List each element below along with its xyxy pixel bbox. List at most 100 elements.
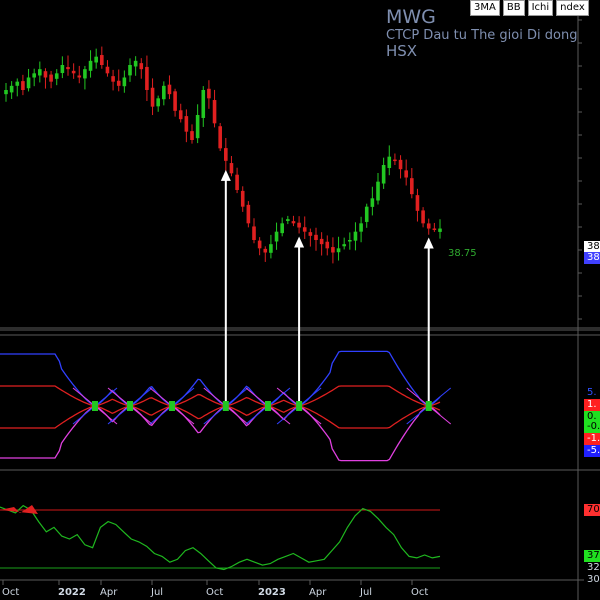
indicator-button-3ma[interactable]: 3MA [470, 0, 500, 16]
rsi-axis-label: 70 [584, 504, 600, 516]
signal-arrow-head [423, 237, 434, 249]
indicator-button-ichi[interactable]: Ichi [527, 0, 554, 16]
candle-body [240, 190, 245, 207]
candle-body [83, 69, 87, 79]
lower-band-line [0, 405, 441, 462]
signal-arrow-head [294, 236, 305, 248]
candle-body [246, 204, 251, 224]
candle-body [235, 174, 239, 190]
candle-body [331, 247, 335, 253]
squeeze-marker [222, 401, 229, 411]
candle-body [128, 65, 132, 76]
candle-body [184, 116, 189, 132]
candle-body [348, 240, 352, 242]
candle-body [404, 170, 408, 178]
squeeze-marker [296, 401, 303, 411]
candle-body [410, 178, 414, 195]
oscillator-axis-label: -0. [584, 421, 600, 433]
stock-chart [0, 0, 600, 600]
candle-body [308, 232, 313, 236]
candle-body [66, 67, 70, 70]
x-axis-label: 2022 [58, 587, 86, 598]
candle-body [257, 240, 262, 249]
signal-arrows [220, 169, 434, 406]
candle-body [263, 248, 268, 253]
candle-body [94, 56, 98, 63]
x-axis-label: Jul [360, 587, 373, 598]
candle-body [150, 87, 155, 107]
last-price-label: 38.75 [448, 248, 477, 259]
candle-body [26, 77, 31, 89]
candle-body [201, 90, 206, 118]
candle-body [353, 231, 358, 241]
indicator-button-bb[interactable]: BB [502, 0, 525, 16]
candle-body [297, 222, 301, 228]
oscillator-axis-label: 1. [584, 399, 600, 411]
oscillator-axis-label: -5. [584, 445, 600, 457]
candle-body [60, 65, 65, 74]
candle-body [364, 206, 369, 222]
candle-body [38, 69, 42, 76]
rsi-axis-label: 30 [584, 574, 600, 586]
rsi-line [0, 504, 441, 571]
squeeze-marker [425, 401, 432, 411]
candle-body [88, 60, 93, 71]
candle-body [432, 228, 437, 230]
signal-arrow-head [220, 169, 231, 181]
candle-body [195, 115, 200, 139]
candle-body [398, 159, 403, 170]
candle-body [274, 231, 279, 242]
candle-body [291, 221, 296, 224]
oscillator-axis-label: 5. [584, 387, 600, 399]
candle-body [286, 219, 290, 221]
candle-body [156, 98, 160, 107]
indicator-button-index[interactable]: ndex [556, 0, 589, 16]
candle-body [77, 75, 82, 78]
candle-body [43, 71, 48, 78]
candle-body [212, 100, 217, 124]
indicator-buttons: 3MA BB Ichi ndex [470, 0, 589, 16]
rsi-axis-label: 37 [584, 550, 600, 562]
candle-body [426, 223, 431, 229]
price-candles [4, 46, 442, 264]
candle-body [325, 241, 330, 249]
x-axis-label: Oct [411, 587, 429, 598]
candle-body [100, 55, 104, 65]
candle-body [21, 81, 25, 90]
candle-body [269, 244, 273, 253]
candle-body [370, 198, 375, 207]
candle-body [32, 73, 36, 78]
candle-body [359, 223, 363, 232]
candle-body [190, 131, 194, 140]
candle-body [376, 181, 380, 201]
candle-body [393, 159, 397, 162]
x-axis-label: Apr [100, 587, 118, 598]
candle-body [133, 60, 138, 67]
candle-body [178, 110, 183, 120]
candle-body [4, 90, 8, 95]
rsi-axis-label: 32 [584, 562, 600, 574]
price-axis-label: 38 [584, 252, 600, 264]
candle-body [15, 81, 20, 86]
candle-body [54, 73, 59, 79]
squeeze-marker [169, 401, 175, 411]
candle-body [381, 165, 386, 184]
candle-body [252, 226, 256, 240]
squeeze-marker [265, 401, 271, 411]
candle-body [336, 248, 341, 253]
candle-body [71, 70, 76, 74]
candle-body [314, 234, 318, 240]
candle-body [421, 210, 425, 224]
candle-body [342, 244, 346, 247]
candle-body [229, 163, 234, 174]
candle-body [105, 66, 110, 74]
squeeze-marker [92, 401, 98, 411]
candle-body [145, 66, 149, 90]
x-axis-label: Oct [206, 587, 224, 598]
candle-body [162, 85, 166, 100]
x-axis-label: Jul [151, 587, 164, 598]
candle-body [319, 238, 324, 245]
candle-body [116, 80, 121, 86]
candle-body [280, 223, 284, 234]
candle-body [111, 76, 115, 82]
